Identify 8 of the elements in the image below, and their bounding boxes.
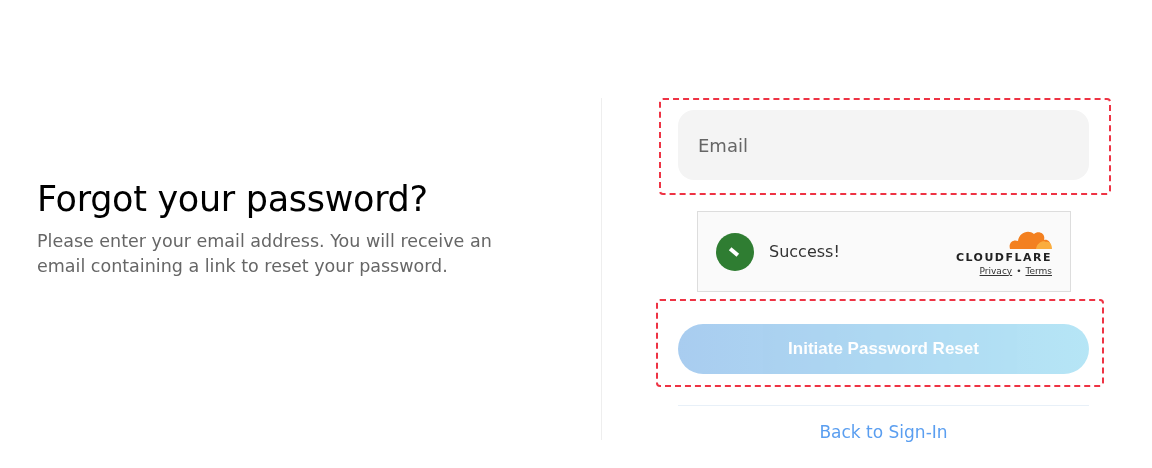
description-text: Please enter your email address. You will receive an email containing a link to reset your password. [37, 230, 493, 278]
email-field[interactable]: Email [678, 110, 1089, 180]
page-title: Forgot your password? [37, 179, 429, 219]
separator-dot: • [1016, 265, 1022, 276]
terms-link[interactable]: Terms [1025, 265, 1052, 276]
brand-logo: CLOUDFLARE [955, 250, 1052, 264]
captcha-status: Success! [769, 242, 841, 261]
privacy-link[interactable]: Privacy [979, 265, 1013, 276]
